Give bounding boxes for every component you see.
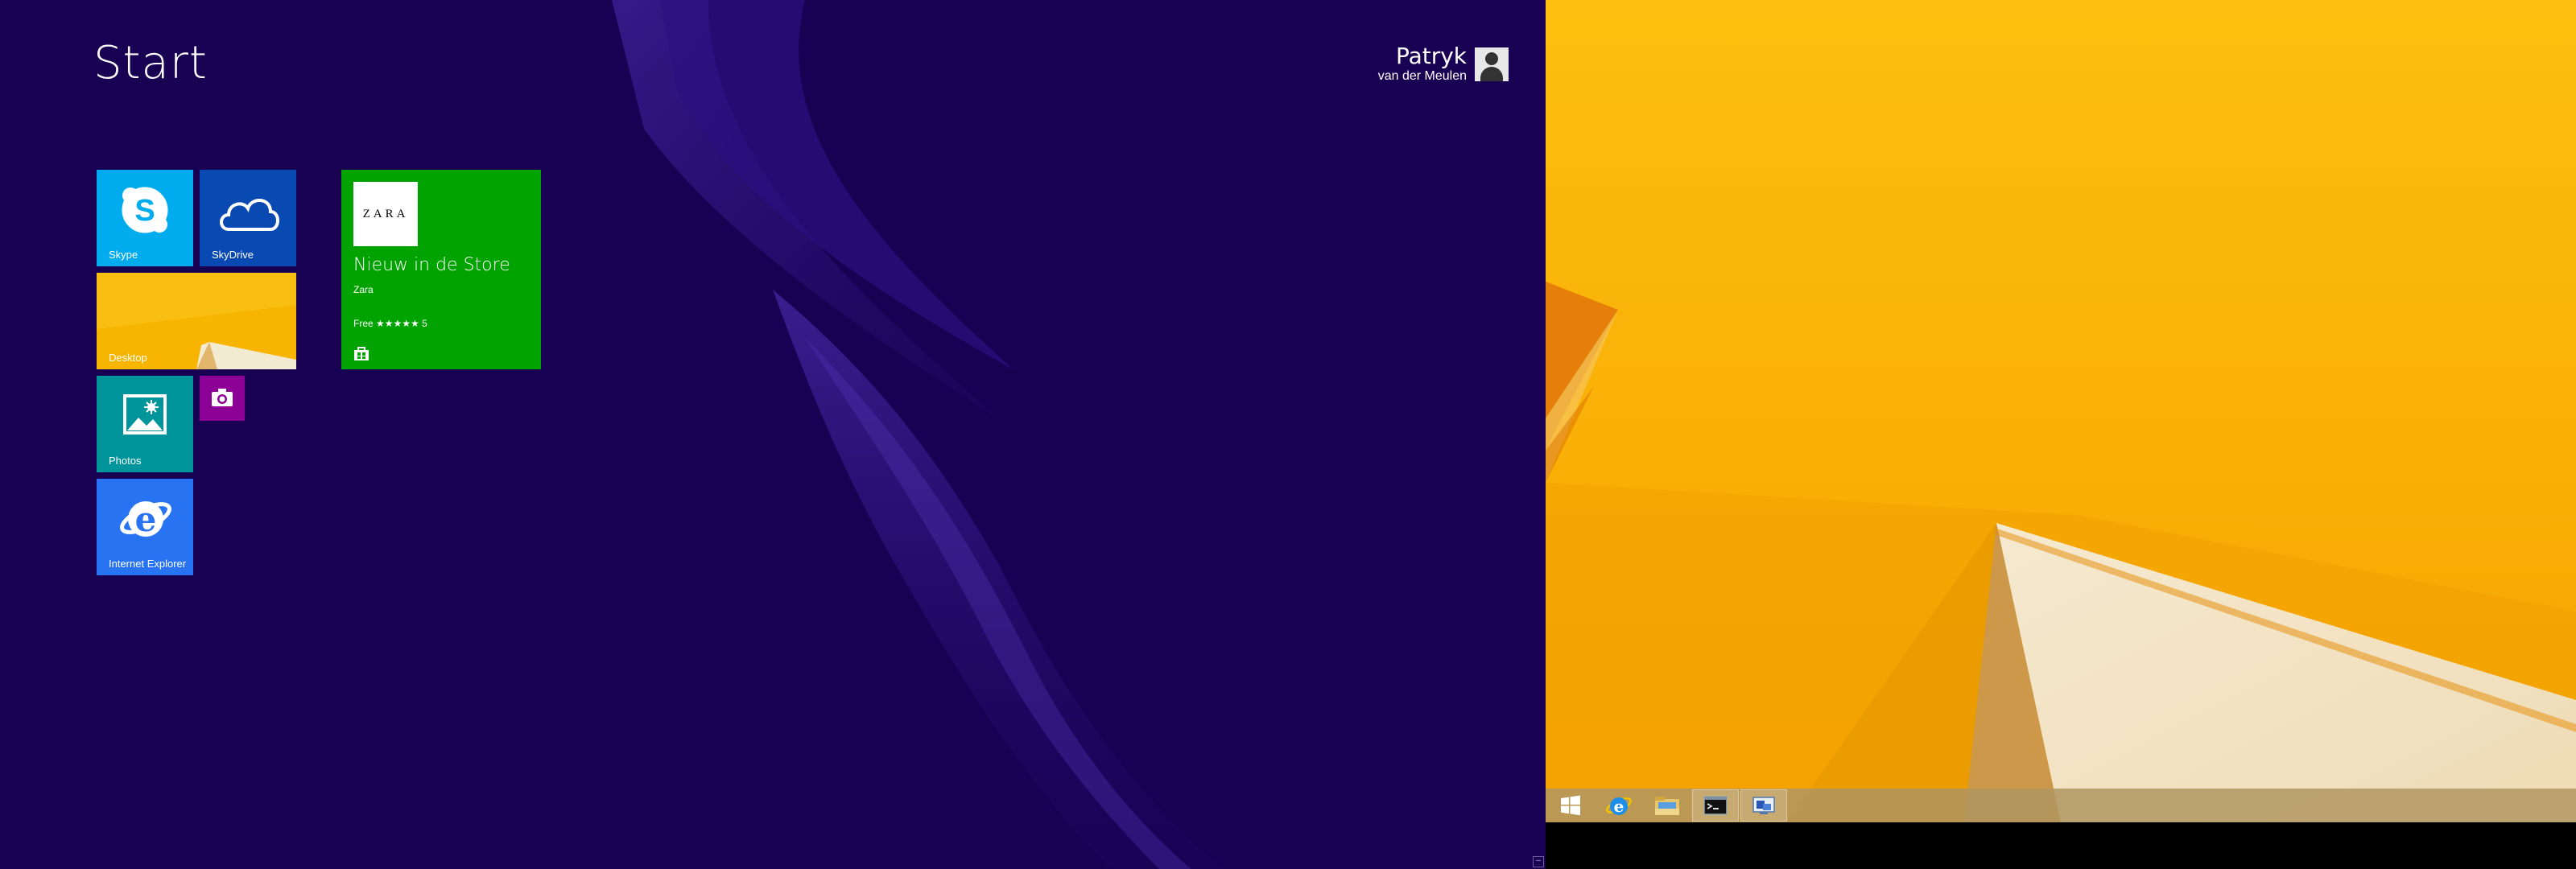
tile-camera[interactable] <box>200 376 245 421</box>
camera-icon <box>212 389 233 406</box>
taskbar: e <box>1546 789 2576 822</box>
desktop <box>1546 0 2576 822</box>
skype-icon: S <box>122 187 168 233</box>
avatar[interactable] <box>1475 47 1509 81</box>
tile-store[interactable]: ZARA Nieuw in de Store Zara Free ★★★★★ 5 <box>341 170 541 369</box>
store-bag-icon <box>354 347 369 360</box>
background-swoosh <box>612 0 1224 869</box>
start-screen: Start Patryk van der Meulen S Skype SkyD… <box>0 0 1546 869</box>
tile-label: Desktop <box>109 352 147 364</box>
tile-skype[interactable]: S Skype <box>97 170 193 266</box>
taskbar-internet-explorer[interactable]: e <box>1596 789 1642 822</box>
file-explorer-icon <box>1655 797 1679 815</box>
taskbar-file-explorer[interactable] <box>1644 789 1690 822</box>
start-title: Start <box>93 37 208 89</box>
photos-icon <box>123 394 167 434</box>
svg-text:e: e <box>1614 797 1624 816</box>
store-app-name: Zara <box>353 284 374 295</box>
tile-label: Internet Explorer <box>109 558 187 570</box>
store-headline: Nieuw in de Store <box>353 255 510 275</box>
desktop-wallpaper <box>1546 0 2576 822</box>
user-first-name: Patryk <box>1395 43 1467 69</box>
zoom-out-button[interactable]: – <box>1533 856 1544 867</box>
tile-skydrive[interactable]: SkyDrive <box>200 170 296 266</box>
taskbar-command-prompt[interactable] <box>1692 789 1739 822</box>
start-icon <box>1561 795 1580 816</box>
internet-explorer-icon: e <box>120 500 171 539</box>
command-prompt-icon <box>1703 796 1728 815</box>
tile-photos[interactable]: Photos <box>97 376 193 472</box>
zara-logo: ZARA <box>353 182 418 246</box>
taskbar-remote-desktop[interactable] <box>1740 789 1787 822</box>
user-account[interactable]: Patryk van der Meulen <box>1377 43 1509 84</box>
tile-desktop[interactable]: Desktop <box>97 273 296 369</box>
user-last-name: van der Meulen <box>1377 69 1467 83</box>
tile-internet-explorer[interactable]: e Internet Explorer <box>97 479 193 575</box>
desktop-letterbox <box>1546 822 2576 869</box>
svg-text:e: e <box>135 500 157 539</box>
store-price-rating: Free ★★★★★ 5 <box>353 318 427 329</box>
internet-explorer-icon: e <box>1606 797 1632 816</box>
tile-label: Photos <box>109 455 142 467</box>
svg-text:S: S <box>134 194 155 228</box>
remote-desktop-icon <box>1752 797 1775 814</box>
cloud-icon <box>220 199 279 231</box>
start-button[interactable] <box>1547 789 1594 822</box>
tile-label: SkyDrive <box>212 249 254 261</box>
tile-label: Skype <box>109 249 138 261</box>
